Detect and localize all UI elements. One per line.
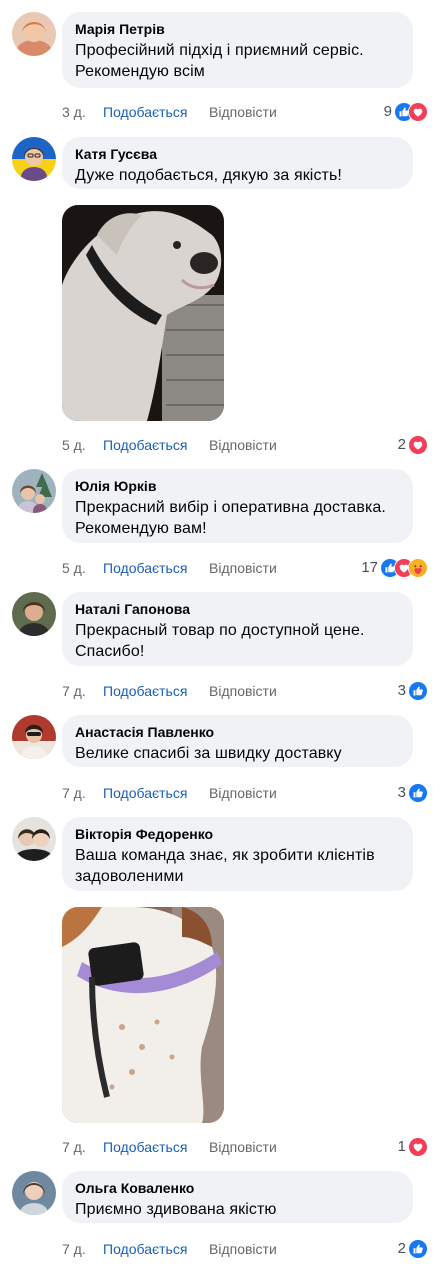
avatar[interactable] [12,592,56,636]
reply-button[interactable]: Відповісти [209,1239,277,1259]
reactions-count: 3 [397,682,406,699]
like-button[interactable]: Подобається [103,1239,187,1259]
comment-bubble: Юлія Юрків Прекрасний вибір і оперативна… [62,469,413,543]
reactions-summary[interactable]: 9 [384,102,428,122]
reactions-count: 3 [397,784,406,801]
comment-author[interactable]: Анастасія Павленко [75,723,401,741]
comment-text: Приємно здивована якістю [75,1201,277,1218]
comment-text: Професійний підхід і приємний сервіс. Ре… [75,42,364,80]
comment-actions: 5 д. Подобається Відповісти 17 [62,558,428,578]
comment-bubble: Наталі Гапонова Прекрасный товар по дост… [62,592,413,666]
comment-time[interactable]: 5 д. [62,558,86,578]
reactions-summary[interactable]: 3 [398,783,428,803]
comment-bubble: Марія Петрів Професійний підхід і приємн… [62,12,413,88]
like-button[interactable]: Подобається [103,558,187,578]
comment-time[interactable]: 3 д. [62,102,86,122]
like-button[interactable]: Подобається [103,783,187,803]
reactions-count: 2 [397,436,406,453]
comment-photo-dog[interactable] [62,205,224,421]
comment-author[interactable]: Вікторія Федоренко [75,825,401,843]
avatar[interactable] [12,469,56,513]
love-icon [408,102,428,122]
like-icon [408,1239,428,1259]
reply-button[interactable]: Відповісти [209,558,277,578]
comment-time[interactable]: 7 д. [62,1137,86,1157]
care-icon [408,558,428,578]
reactions-count: 9 [383,103,392,120]
like-icon [408,681,428,701]
comment-actions: 7 д. Подобається Відповісти 1 [62,1137,428,1157]
like-icon [408,783,428,803]
like-button[interactable]: Подобається [103,435,187,455]
comment-time[interactable]: 7 д. [62,681,86,701]
comment-bubble: Ольга Коваленко Приємно здивована якістю [62,1171,413,1223]
comment-author[interactable]: Катя Гусєва [75,145,401,163]
comment-actions: 5 д. Подобається Відповісти 2 [62,435,428,455]
comment-time[interactable]: 7 д. [62,783,86,803]
comment-text: Прекрасний вибір і оперативна доставка. … [75,499,386,537]
reactions-summary[interactable]: 3 [398,681,428,701]
reactions-count: 17 [361,559,378,576]
like-button[interactable]: Подобається [103,1137,187,1157]
comment-bubble: Вікторія Федоренко Ваша команда знає, як… [62,817,413,891]
reactions-summary[interactable]: 1 [398,1137,428,1157]
comment-text: Дуже подобається, дякую за якість! [75,167,342,184]
avatar[interactable] [12,1171,56,1215]
avatar[interactable] [12,137,56,181]
comment-photo-dog-collar[interactable] [62,907,224,1123]
reply-button[interactable]: Відповісти [209,1137,277,1157]
love-icon [408,435,428,455]
comment-text: Прекрасный товар по доступной цене. Спас… [75,622,365,660]
comment-bubble: Анастасія Павленко Велике спасибі за шви… [62,715,413,767]
like-button[interactable]: Подобається [103,102,187,122]
reply-button[interactable]: Відповісти [209,435,277,455]
reply-button[interactable]: Відповісти [209,681,277,701]
comment-author[interactable]: Наталі Гапонова [75,600,401,618]
avatar[interactable] [12,817,56,861]
avatar[interactable] [12,715,56,759]
avatar[interactable] [12,12,56,56]
comment-actions: 7 д. Подобається Відповісти 3 [62,681,428,701]
reply-button[interactable]: Відповісти [209,783,277,803]
reply-button[interactable]: Відповісти [209,102,277,122]
love-icon [408,1137,428,1157]
reactions-summary[interactable]: 17 [361,558,428,578]
reactions-summary[interactable]: 2 [398,1239,428,1259]
like-button[interactable]: Подобається [103,681,187,701]
comment-actions: 3 д. Подобається Відповісти 9 [62,102,428,122]
comment-bubble: Катя Гусєва Дуже подобається, дякую за я… [62,137,413,189]
comment-time[interactable]: 7 д. [62,1239,86,1259]
comment-author[interactable]: Юлія Юрків [75,477,401,495]
reactions-count: 2 [397,1240,406,1257]
comment-actions: 7 д. Подобається Відповісти 3 [62,783,428,803]
comment-author[interactable]: Марія Петрів [75,20,401,38]
comment-text: Велике спасибі за швидку доставку [75,745,342,762]
reactions-summary[interactable]: 2 [398,435,428,455]
comment-text: Ваша команда знає, як зробити клієнтів з… [75,847,375,885]
comment-author[interactable]: Ольга Коваленко [75,1179,401,1197]
reactions-count: 1 [397,1138,406,1155]
comment-time[interactable]: 5 д. [62,435,86,455]
comment-actions: 7 д. Подобається Відповісти 2 [62,1239,428,1259]
